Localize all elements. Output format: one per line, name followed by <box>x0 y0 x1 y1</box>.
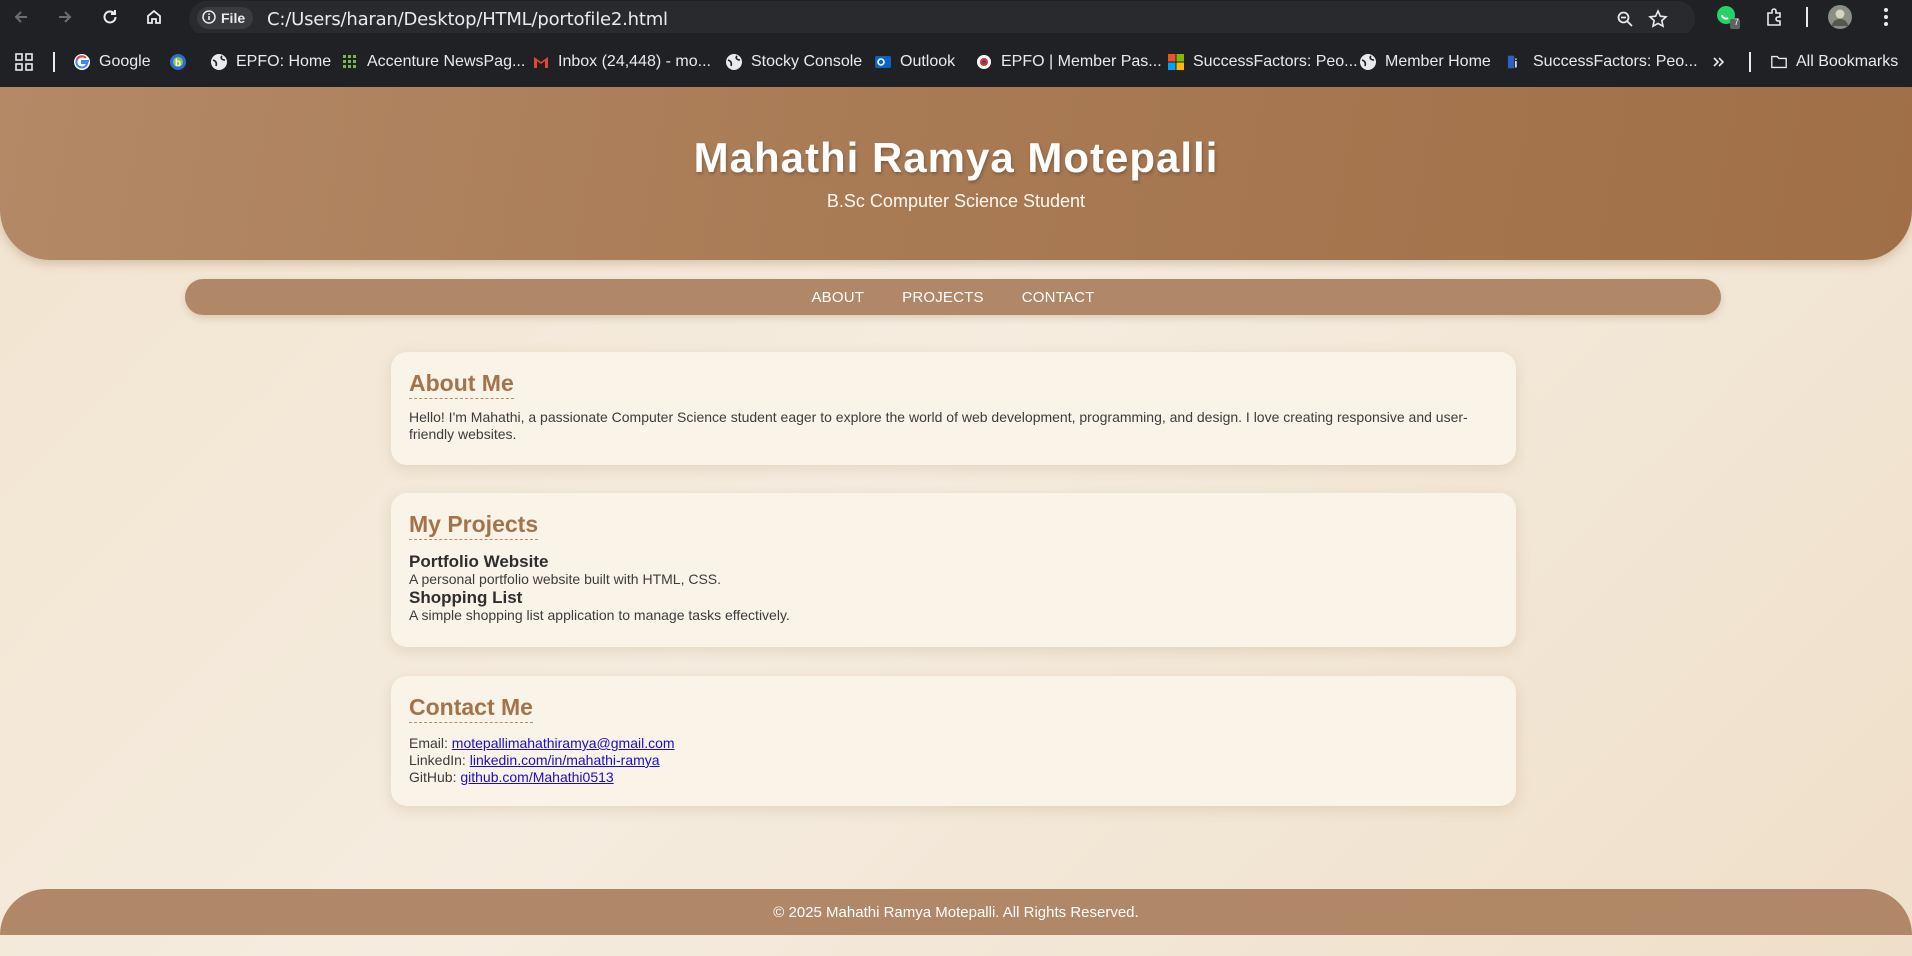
projects-heading: My Projects <box>409 511 539 540</box>
bookmark-stocky-console[interactable]: Stocky Console <box>725 50 862 74</box>
contact-email-label: Email: <box>409 735 452 751</box>
profile-avatar[interactable] <box>1825 2 1855 32</box>
contact-linkedin-label: LinkedIn: <box>409 752 470 768</box>
main-nav: ABOUT PROJECTS CONTACT <box>185 279 1721 315</box>
back-arrow-icon[interactable] <box>8 4 34 30</box>
nav-link-projects[interactable]: PROJECTS <box>902 289 984 306</box>
linkedin-link[interactable]: linkedin.com/in/mahathi-ramya <box>470 752 660 768</box>
all-bookmarks-button[interactable]: All Bookmarks <box>1770 50 1898 74</box>
globe-icon <box>1359 53 1377 71</box>
about-section: About Me Hello! I'm Mahathi, a passionat… <box>391 352 1516 465</box>
contact-linkedin-row: LinkedIn: linkedin.com/in/mahathi-ramya <box>409 752 1498 769</box>
info-icon <box>202 9 216 27</box>
bookmark-outlook[interactable]: Outlook <box>874 50 955 74</box>
zoom-icon[interactable] <box>1612 6 1638 32</box>
globe-icon <box>725 53 743 71</box>
site-info-label: File <box>221 10 246 26</box>
bookmark-b-logo[interactable]: b <box>169 50 187 74</box>
nav-link-contact[interactable]: CONTACT <box>1022 289 1095 306</box>
bookmark-label: Accenture NewsPag... <box>367 53 526 70</box>
bookmark-label: Outlook <box>900 53 956 70</box>
google-icon <box>73 53 91 71</box>
forward-arrow-icon[interactable] <box>52 4 78 30</box>
bookmark-accenture[interactable]: Accenture NewsPag... <box>341 50 525 74</box>
bookmark-label: EPFO: Home <box>236 53 332 70</box>
project-description: A simple shopping list application to ma… <box>409 607 790 623</box>
extension-badge: 7 <box>1734 17 1740 27</box>
project-title: Shopping List <box>409 588 523 607</box>
email-link[interactable]: motepallimahathiramya@gmail.com <box>452 735 675 751</box>
svg-text:i: i <box>1514 57 1517 70</box>
url-text[interactable]: C:/Users/haran/Desktop/HTML/portofile2.h… <box>267 9 668 30</box>
page-title: Mahathi Ramya Motepalli <box>693 134 1219 181</box>
nav-link-about[interactable]: ABOUT <box>811 289 864 306</box>
whatsapp-extension-icon[interactable]: 7 <box>1713 2 1743 32</box>
bookmark-label: SuccessFactors: Peo... <box>1193 53 1358 70</box>
svg-text:b: b <box>175 58 181 69</box>
contact-github-row: GitHub: github.com/Mahathi0513 <box>409 769 1498 786</box>
extensions-puzzle-icon[interactable] <box>1759 2 1789 32</box>
more-menu-icon[interactable] <box>1871 2 1901 32</box>
browser-toolbar: File C:/Users/haran/Desktop/HTML/portofi… <box>0 0 1912 36</box>
footer-copyright: © 2025 Mahathi Ramya Motepalli. All Righ… <box>773 903 1139 921</box>
bookmark-successfactors-2[interactable]: i SuccessFactors: Peo... <box>1507 50 1698 74</box>
outlook-icon <box>874 53 892 71</box>
all-bookmarks-label: All Bookmarks <box>1796 53 1899 70</box>
folder-icon <box>1770 53 1788 71</box>
bookmark-member-home[interactable]: Member Home <box>1359 50 1491 74</box>
bookmarks-overflow-chevron-icon[interactable] <box>1711 50 1727 74</box>
grid-dots-icon <box>341 53 359 71</box>
bookmark-label: SuccessFactors: Peo... <box>1533 53 1698 70</box>
address-bar[interactable]: File C:/Users/haran/Desktop/HTML/portofi… <box>189 1 1695 36</box>
b-logo-icon: b <box>169 53 187 71</box>
github-link[interactable]: github.com/Mahathi0513 <box>460 769 613 785</box>
contact-heading: Contact Me <box>409 694 533 723</box>
bookmarks-divider <box>1749 52 1751 72</box>
project-item: Portfolio Website A personal portfolio w… <box>409 552 1498 588</box>
microsoft-icon <box>1167 53 1185 71</box>
gmail-icon <box>532 53 550 71</box>
bookmarks-divider <box>53 52 55 72</box>
bookmark-epfo-member[interactable]: EPFO | Member Pas... <box>975 50 1162 74</box>
contact-email-row: Email: motepallimahathiramya@gmail.com <box>409 735 1498 752</box>
reload-icon[interactable] <box>97 4 123 30</box>
bookmark-inbox[interactable]: Inbox (24,448) - mo... <box>532 50 711 74</box>
project-item: Shopping List A simple shopping list app… <box>409 588 1498 624</box>
sf-icon: i <box>1507 53 1525 71</box>
epfo-icon <box>975 53 993 71</box>
hero-header: Mahathi Ramya Motepalli B.Sc Computer Sc… <box>0 87 1912 260</box>
site-info-chip[interactable]: File <box>197 7 254 29</box>
contact-github-label: GitHub: <box>409 769 461 785</box>
bookmark-label: Member Home <box>1385 53 1491 70</box>
projects-section: My Projects Portfolio Website A personal… <box>391 493 1516 647</box>
bookmark-epfo-home[interactable]: EPFO: Home <box>210 50 331 74</box>
bookmark-label: EPFO | Member Pas... <box>1001 53 1162 70</box>
contact-section: Contact Me Email: motepallimahathiramya@… <box>391 676 1516 806</box>
bookmark-label: Inbox (24,448) - mo... <box>558 53 711 70</box>
portfolio-page: Mahathi Ramya Motepalli B.Sc Computer Sc… <box>0 87 1912 956</box>
project-title: Portfolio Website <box>409 552 549 571</box>
page-subtitle: B.Sc Computer Science Student <box>826 191 1086 211</box>
about-heading: About Me <box>409 370 514 399</box>
bookmark-label: Google <box>99 53 151 70</box>
bookmark-star-icon[interactable] <box>1645 6 1671 32</box>
about-text: Hello! I'm Mahathi, a passionate Compute… <box>409 409 1468 442</box>
bookmarks-bar: Google b EPFO: Home Accenture NewsPag...… <box>0 33 1912 87</box>
toolbar-divider <box>1806 7 1808 27</box>
globe-icon <box>210 53 228 71</box>
bookmark-google[interactable]: Google <box>73 50 151 74</box>
bookmark-label: Stocky Console <box>751 53 863 70</box>
home-icon[interactable] <box>141 4 167 30</box>
apps-grid-icon[interactable] <box>14 50 34 74</box>
bookmark-successfactors-1[interactable]: SuccessFactors: Peo... <box>1167 50 1358 74</box>
page-footer: © 2025 Mahathi Ramya Motepalli. All Righ… <box>0 889 1912 935</box>
project-description: A personal portfolio website built with … <box>409 571 722 587</box>
